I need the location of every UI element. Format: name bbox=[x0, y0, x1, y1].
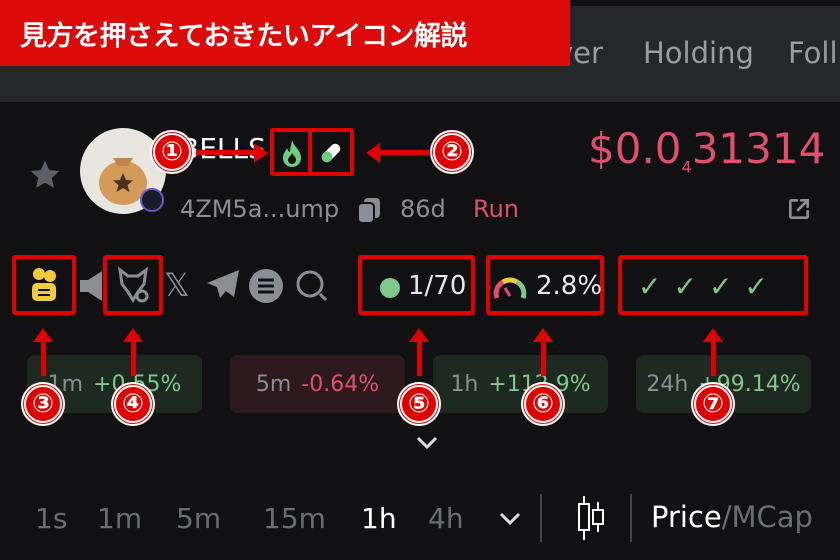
arrow-7 bbox=[703, 328, 723, 376]
annotation-marker-1: ① bbox=[150, 130, 194, 174]
check-icon: ✓ bbox=[673, 270, 697, 303]
arrow-2 bbox=[380, 150, 430, 155]
price-subscript: 4 bbox=[681, 157, 692, 177]
check-icon: ✓ bbox=[744, 270, 768, 303]
timeframe-5m[interactable]: 5m bbox=[176, 502, 221, 535]
status-dot-icon bbox=[380, 278, 400, 298]
telegram-icon[interactable] bbox=[205, 268, 241, 302]
timeframe-more-chevron-icon[interactable] bbox=[499, 512, 521, 526]
audit-checks: ✓ ✓ ✓ ✓ bbox=[638, 270, 768, 303]
divider bbox=[540, 494, 542, 542]
fire-icon bbox=[283, 140, 301, 167]
tab-following[interactable]: Foll bbox=[788, 36, 838, 70]
annotation-marker-2: ② bbox=[430, 130, 474, 174]
gauge-value: 2.8% bbox=[536, 271, 603, 301]
arrow-1 bbox=[196, 150, 256, 155]
timeframe-15m[interactable]: 15m bbox=[263, 502, 326, 535]
solana-chain-icon bbox=[140, 188, 164, 212]
arrow-4 bbox=[123, 328, 143, 376]
arrow-1-head bbox=[254, 143, 268, 163]
token-address: 4ZM5a...ump bbox=[180, 195, 340, 223]
arrow-6 bbox=[533, 328, 553, 376]
search-icon[interactable] bbox=[294, 268, 332, 306]
price-tail: 31314 bbox=[691, 124, 826, 173]
candlestick-icon[interactable] bbox=[574, 494, 608, 542]
timeframe-1h[interactable]: 1h bbox=[361, 502, 397, 535]
stat-label: 24h bbox=[646, 371, 689, 397]
arrow-2-head bbox=[366, 143, 380, 163]
tab-holding[interactable]: Holding bbox=[643, 36, 754, 70]
token-age: 86d bbox=[400, 195, 446, 223]
timeframe-4h[interactable]: 4h bbox=[428, 502, 464, 535]
price-main: $0.0 bbox=[588, 124, 682, 173]
annotation-marker-3: ③ bbox=[21, 382, 65, 426]
holders-count: 1/70 bbox=[408, 271, 467, 301]
star-icon[interactable] bbox=[28, 158, 62, 192]
timeframe-1s[interactable]: 1s bbox=[35, 502, 67, 535]
check-icon: ✓ bbox=[638, 270, 662, 303]
price-mcap-toggle[interactable]: Price/MCap bbox=[651, 500, 813, 534]
arrow-5 bbox=[409, 328, 429, 376]
gauge-icon bbox=[493, 277, 527, 299]
x-twitter-icon[interactable]: 𝕏 bbox=[164, 266, 190, 304]
annotation-marker-7: ⑦ bbox=[691, 382, 735, 426]
expand-chevron-icon[interactable] bbox=[416, 436, 438, 450]
annotation-marker-4: ④ bbox=[111, 382, 155, 426]
copy-icon[interactable] bbox=[356, 196, 382, 224]
stat-label: 5m bbox=[255, 371, 292, 397]
solscan-icon[interactable] bbox=[248, 268, 284, 304]
eagle-sniper-icon[interactable] bbox=[116, 266, 150, 304]
stat-value: -0.64% bbox=[301, 371, 380, 397]
check-icon: ✓ bbox=[708, 270, 733, 303]
arrow-3 bbox=[33, 328, 53, 376]
annotation-marker-5: ⑤ bbox=[397, 382, 441, 426]
divider bbox=[630, 494, 632, 542]
dev-holders-icon[interactable] bbox=[28, 267, 60, 303]
megaphone-icon[interactable] bbox=[78, 268, 104, 304]
annotation-marker-6: ⑥ bbox=[521, 382, 565, 426]
token-status: Run bbox=[473, 195, 520, 223]
timeframe-1m[interactable]: 1m bbox=[97, 502, 142, 535]
token-price: $0.0431314 bbox=[588, 124, 825, 176]
price-toggle[interactable]: Price bbox=[651, 500, 722, 534]
pill-icon bbox=[321, 143, 341, 163]
stat-5m[interactable]: 5m -0.64% bbox=[230, 355, 405, 413]
external-link-icon[interactable] bbox=[786, 196, 812, 222]
mcap-toggle[interactable]: /MCap bbox=[722, 500, 813, 534]
banner-title: 見方を押さえておきたいアイコン解説 bbox=[0, 0, 570, 66]
stat-label: 1h bbox=[450, 371, 479, 397]
